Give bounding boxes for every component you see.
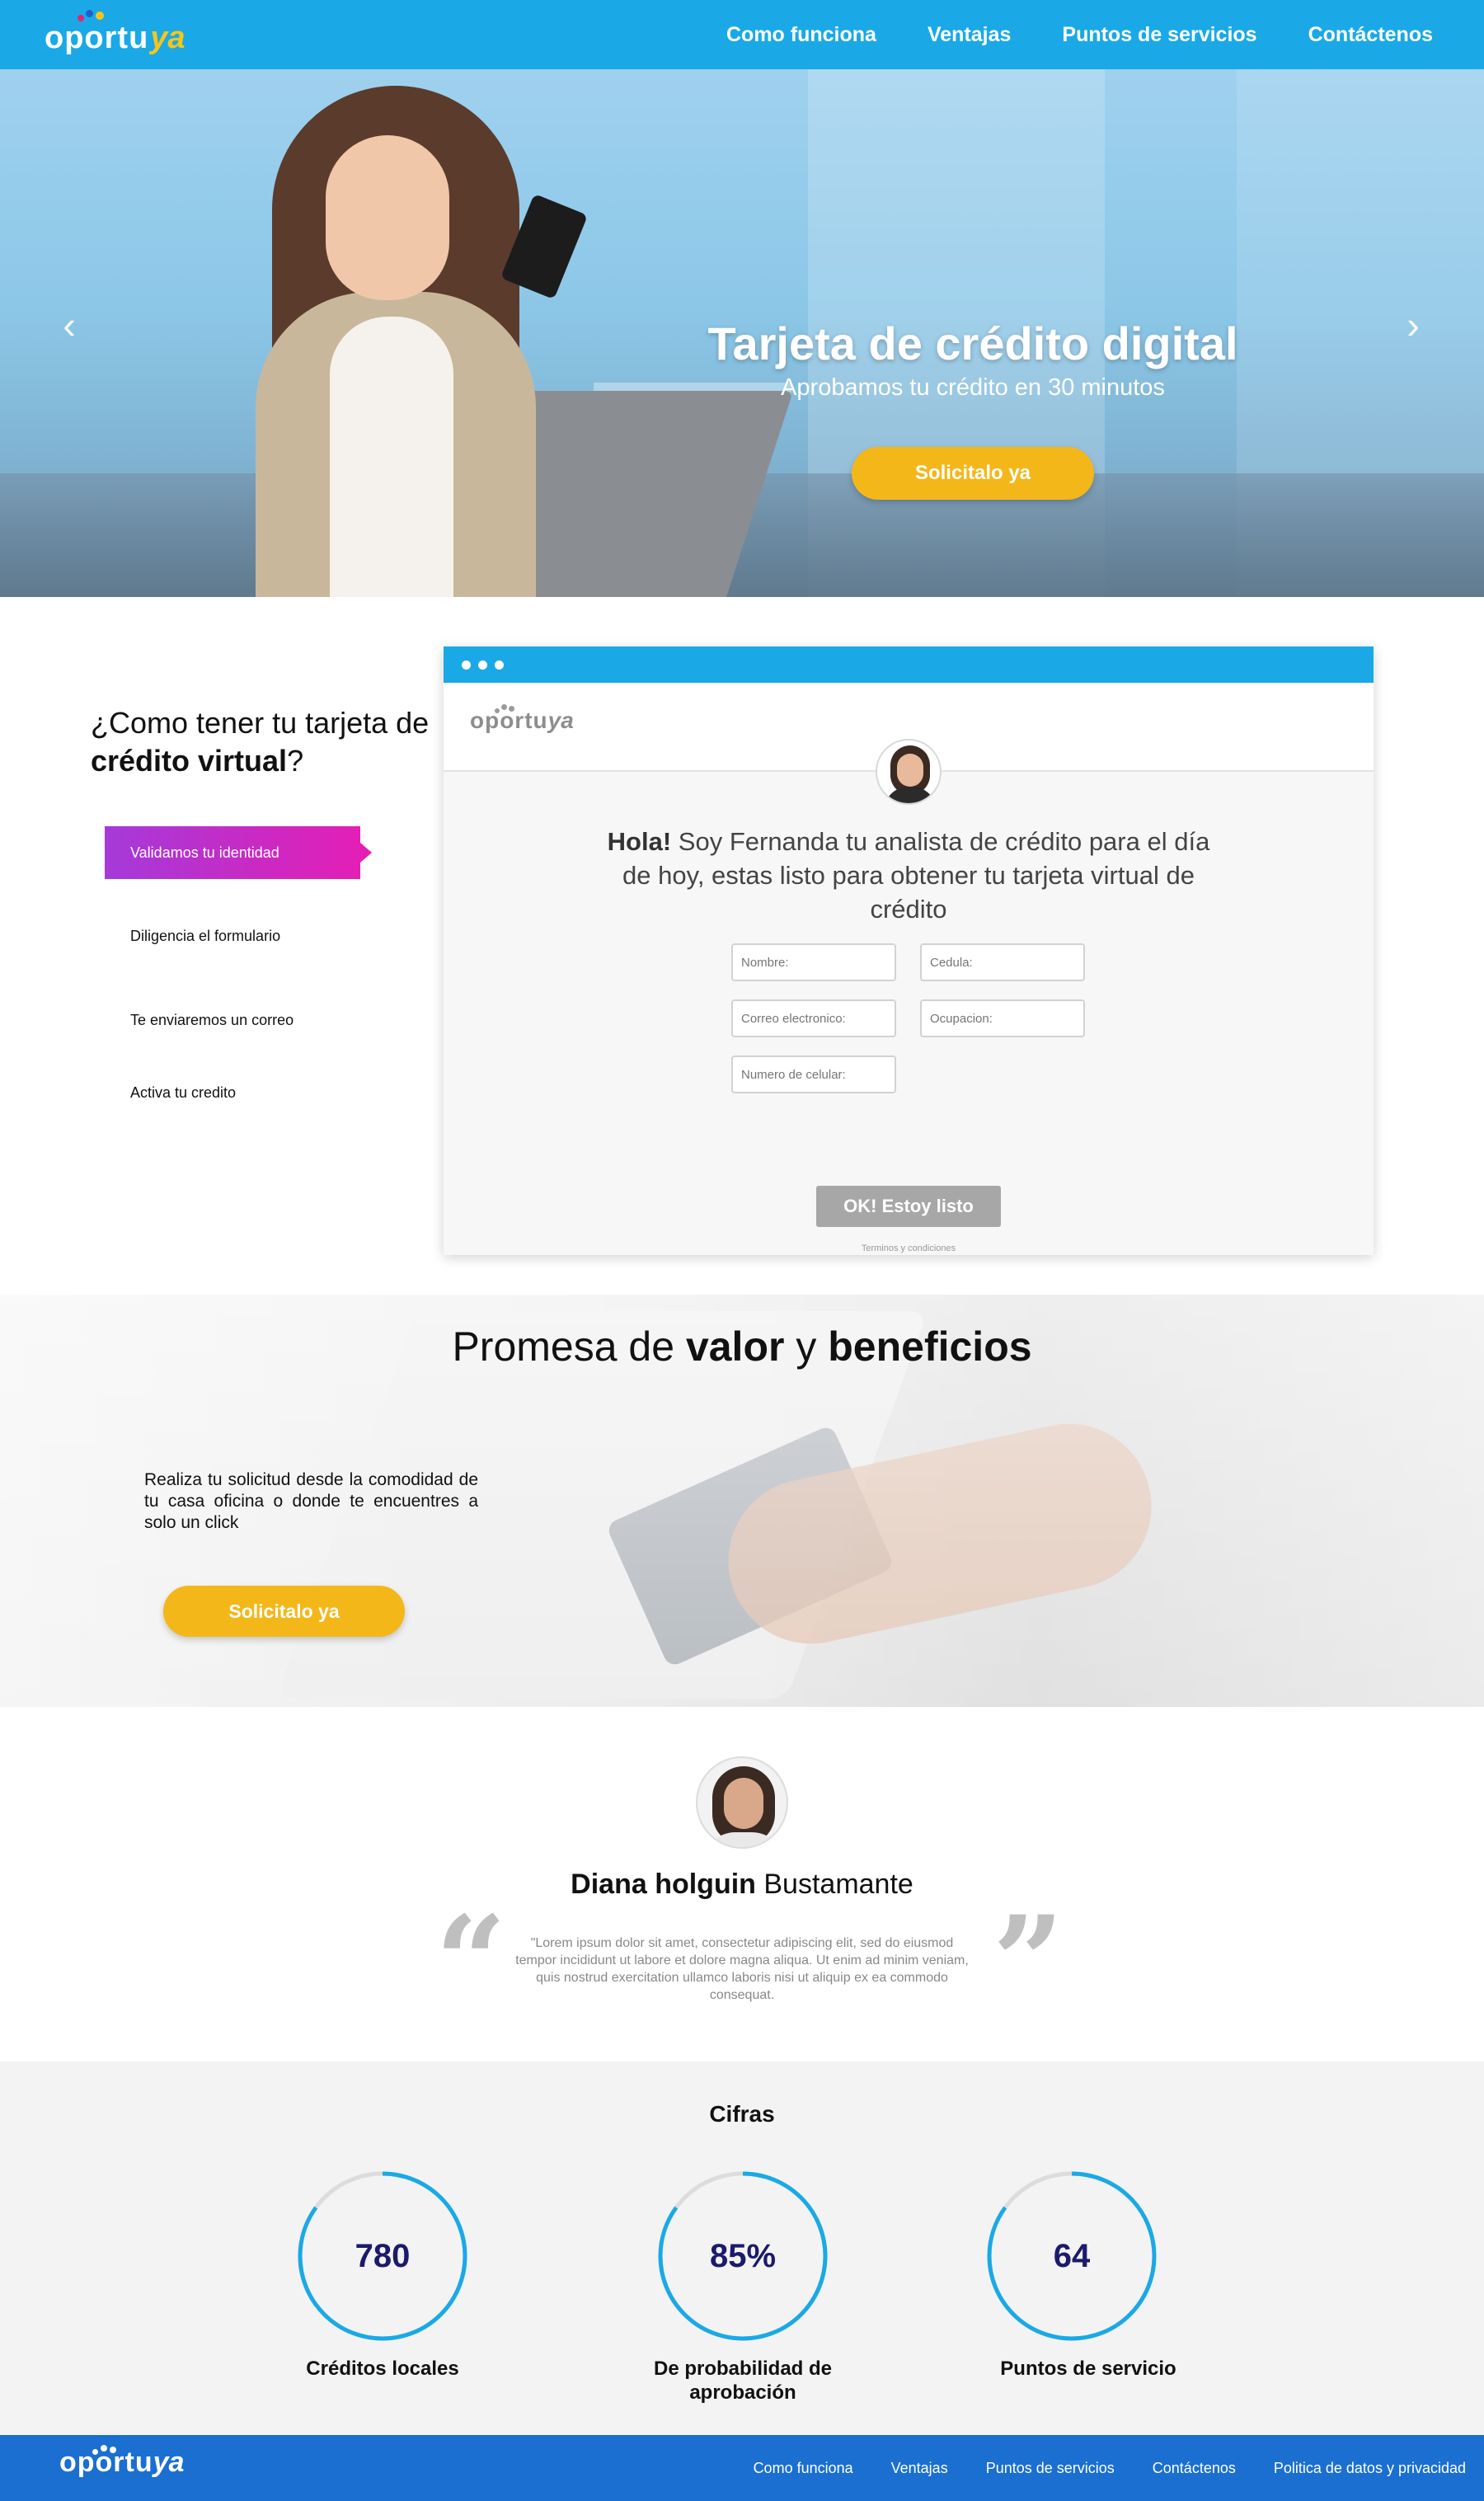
browser-mockup: oportu ya Hola! Soy Fernanda tu analista… — [444, 646, 1374, 1255]
window-dot-icon — [478, 661, 487, 670]
promise-text: Realiza tu solicitud desde la comodidad … — [144, 1470, 478, 1532]
logo-text: oportu — [45, 21, 149, 55]
step-item-correo[interactable]: Te enviaremos un correo — [105, 994, 360, 1046]
chevron-left-icon[interactable]: ‹ — [53, 304, 86, 346]
agent-avatar — [876, 739, 942, 805]
logo-accent: ya — [150, 21, 186, 55]
stat-value: 780 — [355, 2238, 411, 2274]
nav-link-ventajas[interactable]: Ventajas — [928, 23, 1011, 47]
testimonial-avatar — [696, 1756, 788, 1849]
testimonial-quote: "Lorem ipsum dolor sit amet, consectetur… — [515, 1936, 969, 2002]
close-quote-icon: ” — [993, 1889, 1064, 2034]
nav-links: Como funciona Ventajas Puntos de servici… — [726, 0, 1484, 69]
promise-cta-button[interactable]: Solicitalo ya — [163, 1586, 405, 1637]
step-item-diligencia[interactable]: Diligencia el formulario — [105, 910, 360, 962]
email-field[interactable] — [731, 999, 896, 1037]
how-it-works-section: ¿Como tener tu tarjeta de crédito virtua… — [0, 597, 1484, 1295]
hero-cta-button[interactable]: Solicitalo ya — [852, 447, 1094, 500]
nav-link-como-funciona[interactable]: Como funciona — [726, 23, 876, 47]
chevron-right-icon[interactable]: › — [1397, 304, 1430, 346]
stat-value: 85% — [709, 2238, 777, 2274]
footer-link-contactenos[interactable]: Contáctenos — [1153, 2460, 1236, 2477]
footer-brand-logo[interactable]: oportu ya — [59, 2445, 184, 2479]
agent-greeting: Hola! Soy Fernanda tu analista de crédit… — [607, 827, 1210, 924]
nombre-field[interactable] — [731, 943, 896, 981]
promise-title: Promesa de valor y beneficios — [452, 1323, 1032, 1370]
browser-title-bar — [444, 646, 1374, 683]
open-quote-icon: “ — [435, 1889, 507, 2034]
how-title: ¿Como tener tu tarjeta de crédito virtua… — [91, 706, 430, 778]
nav-link-contactenos[interactable]: Contáctenos — [1308, 23, 1433, 47]
hero-subtitle: Aprobamos tu crédito en 30 minutos — [781, 374, 1165, 401]
window-dot-icon — [495, 661, 504, 670]
submit-button[interactable]: OK! Estoy listo — [816, 1186, 1001, 1227]
stat-label: De probabilidad de aprobación — [653, 2358, 833, 2404]
stat-label: Puntos de servicio — [1000, 2358, 1176, 2380]
testimonial-section: Diana holguin Bustamante “ ” "Lorem ipsu… — [0, 1707, 1484, 2061]
inner-brand-logo: oportu ya — [470, 704, 574, 734]
footer-link-como-funciona[interactable]: Como funciona — [754, 2460, 853, 2477]
stats-section: Cifras 780 Créditos locales 85% De proba… — [0, 2061, 1484, 2435]
brand-logo[interactable]: oportu ya — [45, 10, 186, 56]
hero-slider: ‹ › Tarjeta de crédito digital Aprobamos… — [0, 69, 1484, 597]
footer-link-privacidad[interactable]: Politica de datos y privacidad — [1274, 2460, 1466, 2477]
browser-content: oportu ya Hola! Soy Fernanda tu analista… — [444, 683, 1374, 1255]
terms-link[interactable]: Terminos y condiciones — [826, 1243, 991, 1253]
stat-label: Créditos locales — [306, 2358, 459, 2380]
hero-title: Tarjeta de crédito digital — [707, 317, 1238, 369]
stat-value: 64 — [1053, 2238, 1091, 2274]
stats-title: Cifras — [709, 2101, 775, 2127]
celular-field[interactable] — [731, 1055, 896, 1093]
footer-link-ventajas[interactable]: Ventajas — [891, 2460, 948, 2477]
step-item-validamos[interactable]: Validamos tu identidad — [105, 826, 372, 879]
footer: oportu ya Como funciona Ventajas Puntos … — [0, 2435, 1484, 2501]
value-promise-section: Promesa de valor y beneficios Realiza tu… — [0, 1295, 1484, 1707]
footer-link-puntos-de-servicios[interactable]: Puntos de servicios — [986, 2460, 1115, 2477]
testimonial-name: Diana holguin Bustamante — [571, 1869, 913, 1900]
cedula-field[interactable] — [920, 943, 1085, 981]
hero-person-image — [239, 69, 552, 597]
ocupacion-field[interactable] — [920, 999, 1085, 1037]
window-dot-icon — [462, 661, 471, 670]
step-item-activa[interactable]: Activa tu credito — [105, 1066, 360, 1119]
top-navigation: oportu ya Como funciona Ventajas Puntos … — [0, 0, 1484, 69]
nav-link-puntos-de-servicios[interactable]: Puntos de servicios — [1062, 23, 1256, 47]
footer-links: Como funciona Ventajas Puntos de servici… — [754, 2435, 1484, 2501]
